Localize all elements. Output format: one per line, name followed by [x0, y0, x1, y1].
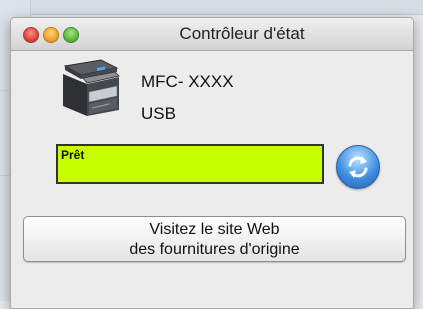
status-indicator: Prêt — [56, 144, 324, 184]
supplies-website-button[interactable]: Visitez le site Web des fournitures d'or… — [23, 216, 406, 262]
status-text: Prêt — [61, 148, 85, 162]
refresh-button[interactable] — [336, 145, 380, 189]
refresh-icon — [348, 156, 368, 178]
minimize-window-button[interactable] — [43, 27, 59, 43]
printer-model: MFC- XXXX — [141, 72, 234, 91]
window-title: Contrôleur d'état — [179, 24, 305, 43]
status-monitor-window: Contrôleur d'état MFC- XXXX USB Prêt Vis… — [10, 17, 414, 309]
supplies-website-button-line1: Visitez le site Web — [149, 221, 280, 238]
window-footer — [11, 278, 413, 308]
background-toolbar — [0, 0, 423, 15]
printer-icon — [57, 58, 123, 118]
title-bar[interactable]: Contrôleur d'état — [11, 18, 413, 51]
close-window-button[interactable] — [23, 27, 39, 43]
connection-type: USB — [141, 104, 176, 123]
supplies-website-button-line2: des fournitures d'origine — [129, 241, 300, 258]
